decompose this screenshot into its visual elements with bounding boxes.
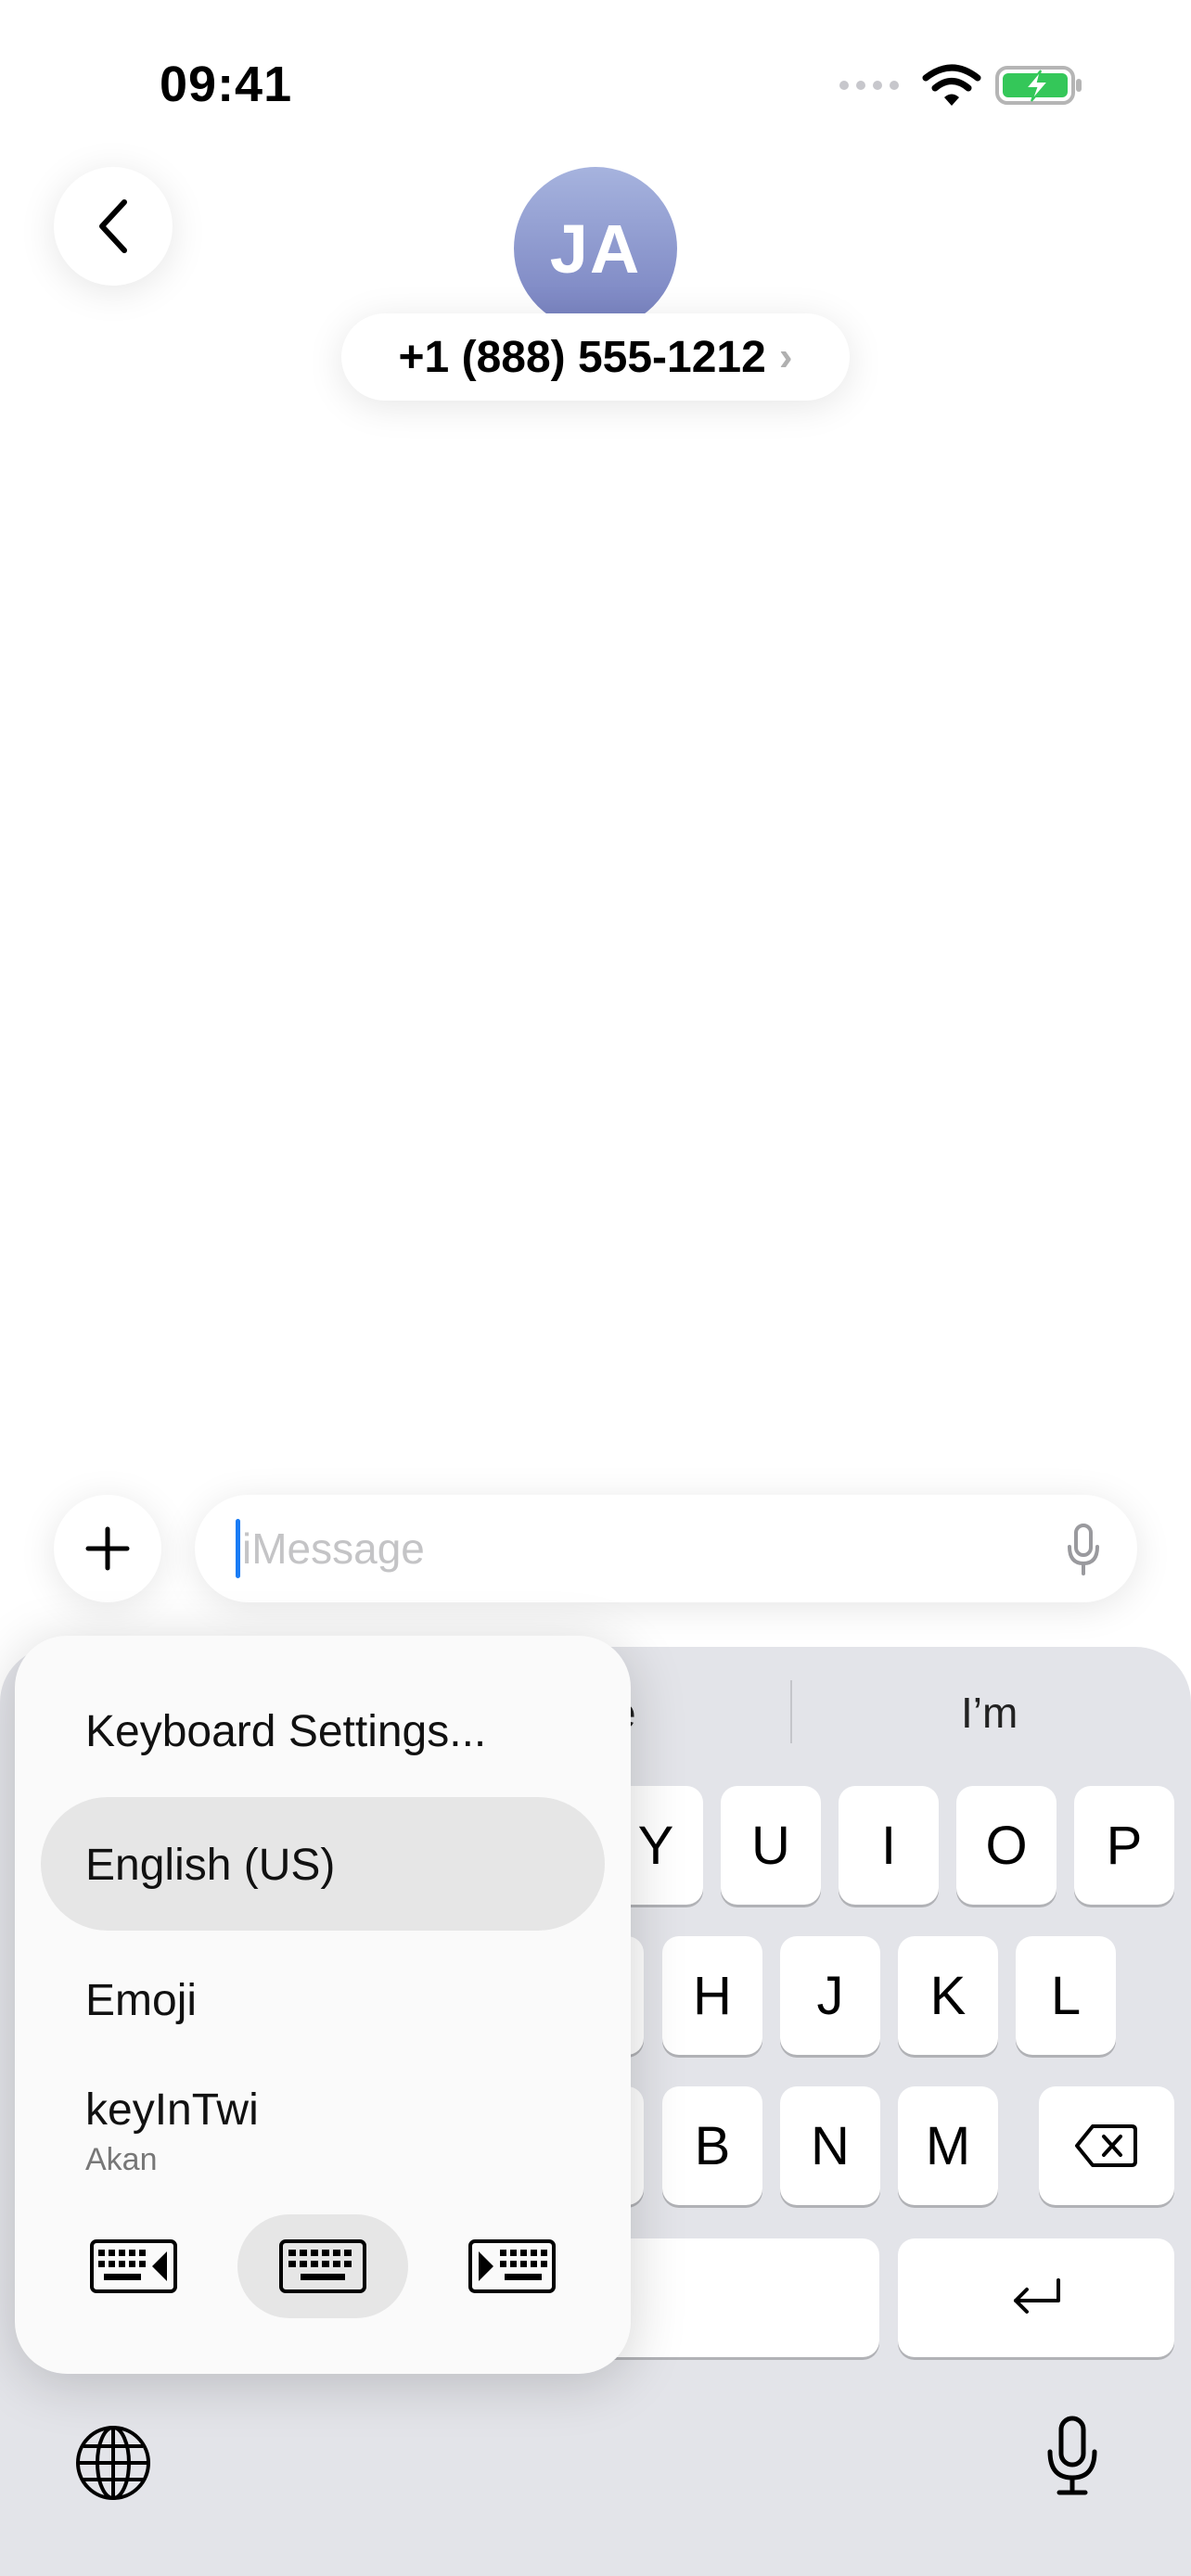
suggestion-item[interactable]: I’m	[961, 1688, 1018, 1738]
menu-item-english-us[interactable]: English (US)	[85, 1840, 335, 1891]
key-p[interactable]: P	[1074, 1786, 1174, 1905]
keyboard-full-icon	[279, 2239, 366, 2293]
key-i[interactable]: I	[839, 1786, 939, 1905]
keyboard-switcher-menu: Keyboard Settings... English (US) Emoji …	[15, 1636, 631, 2374]
plus-icon	[85, 1526, 130, 1571]
contact-number: +1 (888) 555-1212	[398, 332, 766, 382]
status-icons	[835, 57, 1083, 113]
return-icon	[1014, 2278, 1060, 2314]
chevron-right-icon: ›	[778, 334, 793, 379]
contact-pill[interactable]: +1 (888) 555-1212 ›	[341, 313, 850, 401]
microphone-icon[interactable]	[1065, 1523, 1102, 1576]
keyboard-left-icon	[90, 2239, 177, 2293]
key-l[interactable]: L	[1016, 1936, 1116, 2055]
key-u[interactable]: U	[721, 1786, 821, 1905]
add-attachment-button[interactable]	[54, 1495, 161, 1602]
return-key[interactable]	[898, 2238, 1174, 2357]
key-b[interactable]: B	[662, 2086, 762, 2205]
globe-icon[interactable]	[74, 2424, 152, 2502]
key-k[interactable]: K	[898, 1936, 998, 2055]
battery-charging-icon	[995, 66, 1082, 105]
wifi-icon	[922, 64, 981, 106]
key-j[interactable]: J	[780, 1936, 880, 2055]
keyboard-right-button[interactable]	[427, 2214, 597, 2318]
keyboard-left-button[interactable]	[48, 2214, 219, 2318]
menu-item-emoji[interactable]: Emoji	[85, 1975, 197, 2026]
backspace-icon	[1075, 2124, 1137, 2167]
key-n[interactable]: N	[780, 2086, 880, 2205]
key-h[interactable]: H	[662, 1936, 762, 2055]
status-time: 09:41	[160, 57, 293, 112]
chevron-left-icon	[99, 199, 127, 253]
key-m[interactable]: M	[898, 2086, 998, 2205]
contact-avatar[interactable]: JA	[514, 167, 677, 330]
text-caret	[236, 1519, 240, 1578]
keyboard-full-button[interactable]	[237, 2214, 408, 2318]
dictation-microphone-icon[interactable]	[1044, 2415, 1100, 2498]
cellular-signal-icon	[839, 81, 899, 90]
menu-item-keyintwi[interactable]: keyInTwi	[85, 2085, 259, 2136]
menu-item-keyintwi-subtitle: Akan	[85, 2142, 158, 2177]
keyboard-right-icon	[468, 2239, 556, 2293]
message-placeholder: iMessage	[242, 1524, 425, 1573]
suggestion-divider	[790, 1680, 792, 1743]
delete-key[interactable]	[1039, 2086, 1174, 2205]
key-o[interactable]: O	[956, 1786, 1057, 1905]
menu-item-keyboard-settings[interactable]: Keyboard Settings...	[85, 1706, 486, 1757]
back-button[interactable]	[54, 167, 173, 286]
message-input[interactable]: iMessage	[195, 1495, 1137, 1602]
messages-screen: 09:41 JA +1 (888) 555-1212 › iMessage I’…	[0, 0, 1191, 2576]
